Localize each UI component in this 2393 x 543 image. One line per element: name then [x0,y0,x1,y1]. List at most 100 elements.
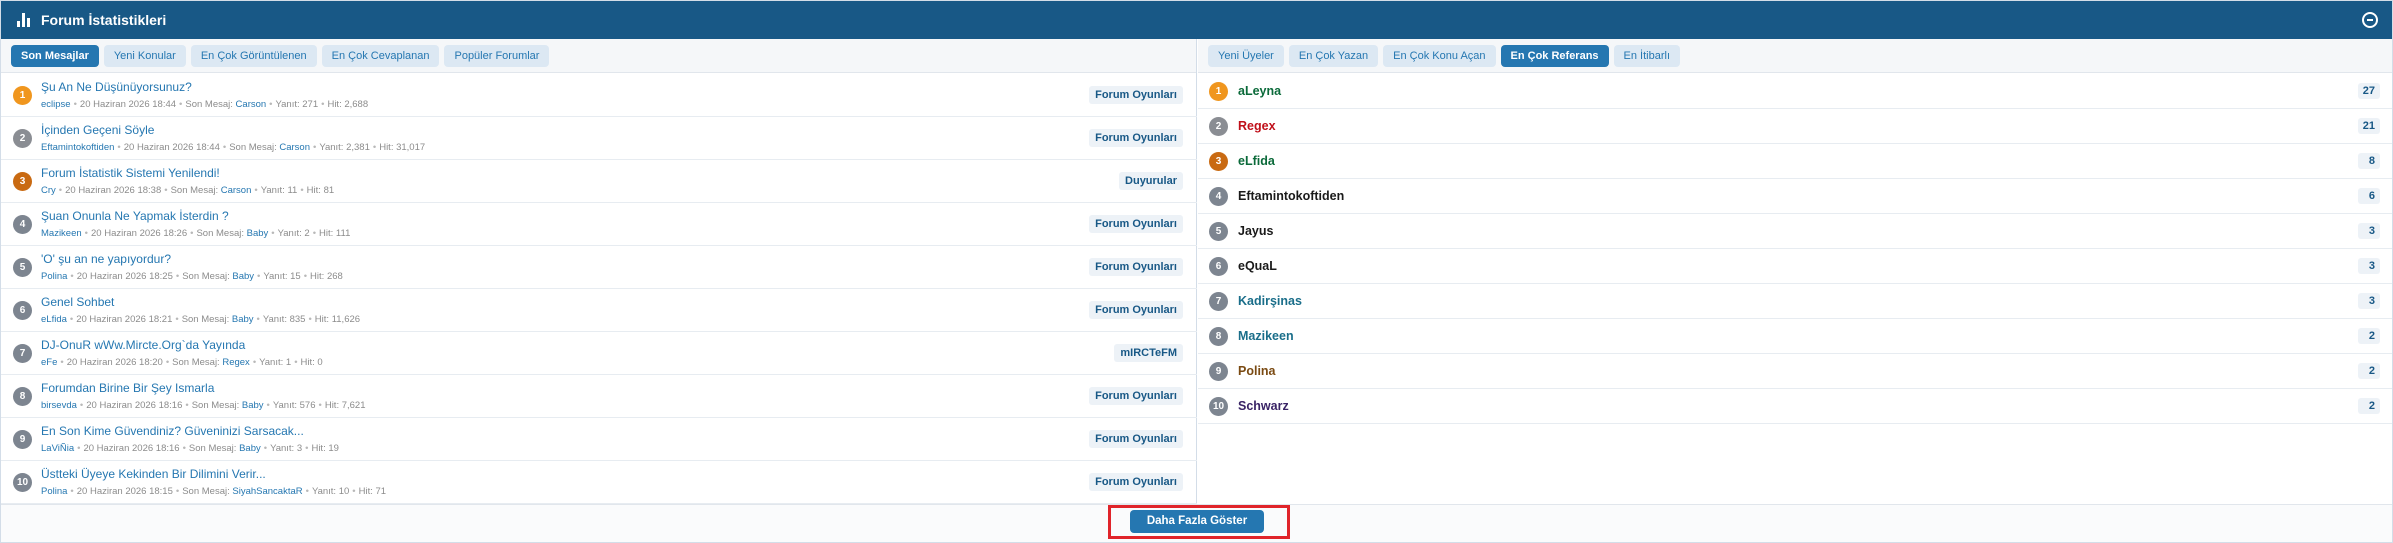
collapse-icon[interactable] [2362,12,2378,28]
referral-count: 3 [2358,293,2380,309]
separator: • [77,443,81,454]
user-name-link[interactable]: eLfida [1238,154,1275,168]
separator: • [308,314,312,325]
referral-count: 6 [2358,188,2380,204]
forum-badge[interactable]: mIRCTeFM [1114,344,1183,362]
separator: • [269,99,273,110]
author-link[interactable]: eLfida [41,314,67,325]
table-row: 4 Şuan Onunla Ne Yapmak İsterdin ? Mazikee… [1,203,1197,246]
forum-badge[interactable]: Forum Oyunları [1089,129,1183,147]
tab-en-çok-referans[interactable]: En Çok Referans [1500,44,1609,67]
last-post-label: Son Mesaj: [182,486,230,497]
users-tabs: Yeni Üyeler En Çok Yazan En Çok Konu Açan E… [1198,39,2392,73]
topic-title-link[interactable]: İçinden Geçeni Söyle [41,123,154,137]
topic-title-link[interactable]: Genel Sohbet [41,295,114,309]
author-link[interactable]: birsevda [41,400,77,411]
last-poster-link[interactable]: Baby [242,400,264,411]
author-link[interactable]: Polina [41,271,67,282]
user-name-link[interactable]: eQuaL [1238,259,1277,273]
author-link[interactable]: Polina [41,486,67,497]
last-poster-link[interactable]: Carson [279,142,310,153]
hits-label: Hit: [306,185,321,196]
last-poster-link[interactable]: SiyahSancaktaR [232,486,302,497]
user-name-link[interactable]: Jayus [1238,224,1273,238]
referral-count: 2 [2358,328,2380,344]
separator: • [305,486,309,497]
forum-badge[interactable]: Forum Oyunları [1089,473,1183,491]
tab-yeni-üyeler[interactable]: Yeni Üyeler [1208,44,1284,67]
topic-title-link[interactable]: Forumdan Birine Bir Şey Ismarla [41,381,214,395]
separator: • [117,142,121,153]
forum-badge[interactable]: Forum Oyunları [1089,258,1183,276]
topic-title-link[interactable]: Forum İstatistik Sistemi Yenilendi! [41,166,220,180]
last-poster-link[interactable]: Baby [239,443,261,454]
user-list: 1 aLeyna 27 2 Regex 21 3 eLfida 8 4 Eftamintokofti… [1198,74,2392,424]
last-poster-link[interactable]: Baby [247,228,269,239]
referral-count: 8 [2358,153,2380,169]
forum-badge[interactable]: Forum Oyunları [1089,301,1183,319]
last-post-label: Son Mesaj: [229,142,277,153]
author-link[interactable]: eclipse [41,99,71,110]
forum-badge[interactable]: Forum Oyunları [1089,215,1183,233]
user-name-link[interactable]: Mazikeen [1238,329,1294,343]
post-date: 20 Haziran 2026 18:20 [66,357,163,368]
widget-header: Forum İstatistikleri [1,1,2392,39]
user-name-link[interactable]: aLeyna [1238,84,1281,98]
tab-son-mesajlar[interactable]: Son Mesajlar [11,44,99,67]
topic-title-link[interactable]: Üstteki Üyeye Kekinden Bir Dilimini Veri… [41,467,266,481]
replies-label: Yanıt: [311,486,337,497]
forum-badge[interactable]: Forum Oyunları [1089,430,1183,448]
topic-title-link[interactable]: 'O' şu an ne yapıyordur? [41,252,171,266]
tab-en-çok-görüntülenen[interactable]: En Çok Görüntülenen [190,44,317,67]
rank-badge: 9 [1209,362,1228,381]
topic-title-link[interactable]: Şu An Ne Düşünüyorsunuz? [41,80,192,94]
separator: • [70,271,74,282]
last-poster-link[interactable]: Carson [236,99,267,110]
hits-count: 19 [328,443,339,454]
tab-popüler-forumlar[interactable]: Popüler Forumlar [444,44,550,67]
rank-badge: 6 [1209,257,1228,276]
topic-meta: LaViÑia • 20 Haziran 2026 18:16 • Son Mesaj:… [41,443,339,454]
last-poster-link[interactable]: Baby [232,314,254,325]
list-item: 6 eQuaL 3 [1198,249,2392,284]
author-link[interactable]: eFe [41,357,57,368]
author-link[interactable]: Cry [41,185,56,196]
tab-en-çok-cevaplanan[interactable]: En Çok Cevaplanan [321,44,440,67]
separator: • [263,443,268,454]
user-name-link[interactable]: Schwarz [1238,399,1289,413]
topic-title-link[interactable]: Şuan Onunla Ne Yapmak İsterdin ? [41,209,229,223]
author-link[interactable]: Eftamintokoftiden [41,142,114,153]
user-name-link[interactable]: Kadirşinas [1238,294,1302,308]
tab-yeni-konular[interactable]: Yeni Konular [103,44,186,67]
user-name-link[interactable]: Eftamintokoftiden [1238,189,1344,203]
users-panel: Yeni Üyeler En Çok Yazan En Çok Konu Açan E… [1198,39,2392,504]
show-more-button[interactable]: Daha Fazla Göster [1130,510,1264,533]
last-poster-link[interactable]: Carson [221,185,252,196]
rank-badge: 6 [13,301,32,320]
replies-count: 2,381 [346,142,370,153]
separator: • [58,185,63,196]
user-name-link[interactable]: Regex [1238,119,1276,133]
referral-count: 3 [2358,258,2380,274]
rank-badge: 4 [13,215,32,234]
separator: • [294,357,298,368]
forum-badge[interactable]: Forum Oyunları [1089,387,1183,405]
tab-en-çok-konu-açan[interactable]: En Çok Konu Açan [1383,44,1496,67]
separator: • [164,185,168,196]
replies-label: Yanıt: [263,271,288,282]
last-poster-link[interactable]: Baby [232,271,254,282]
forum-badge[interactable]: Forum Oyunları [1089,86,1183,104]
last-post-label: Son Mesaj: [185,99,233,110]
hits-label: Hit: [314,314,330,325]
hits-count: 7,621 [341,400,366,411]
user-name-link[interactable]: Polina [1238,364,1276,378]
author-link[interactable]: Mazikeen [41,228,82,239]
topic-title-link[interactable]: DJ-OnuR wWw.Mircte.Org`da Yayında [41,338,245,352]
tab-en-i̇tibarlı[interactable]: En İtibarlı [1613,44,1681,67]
tab-en-çok-yazan[interactable]: En Çok Yazan [1288,44,1379,67]
list-item: 7 Kadirşinas 3 [1198,284,2392,319]
last-poster-link[interactable]: Regex [222,357,249,368]
author-link[interactable]: LaViÑia [41,443,74,454]
forum-badge[interactable]: Duyurular [1119,172,1183,190]
topic-title-link[interactable]: En Son Kime Güvendiniz? Güveninizi Sarsa… [41,424,304,438]
